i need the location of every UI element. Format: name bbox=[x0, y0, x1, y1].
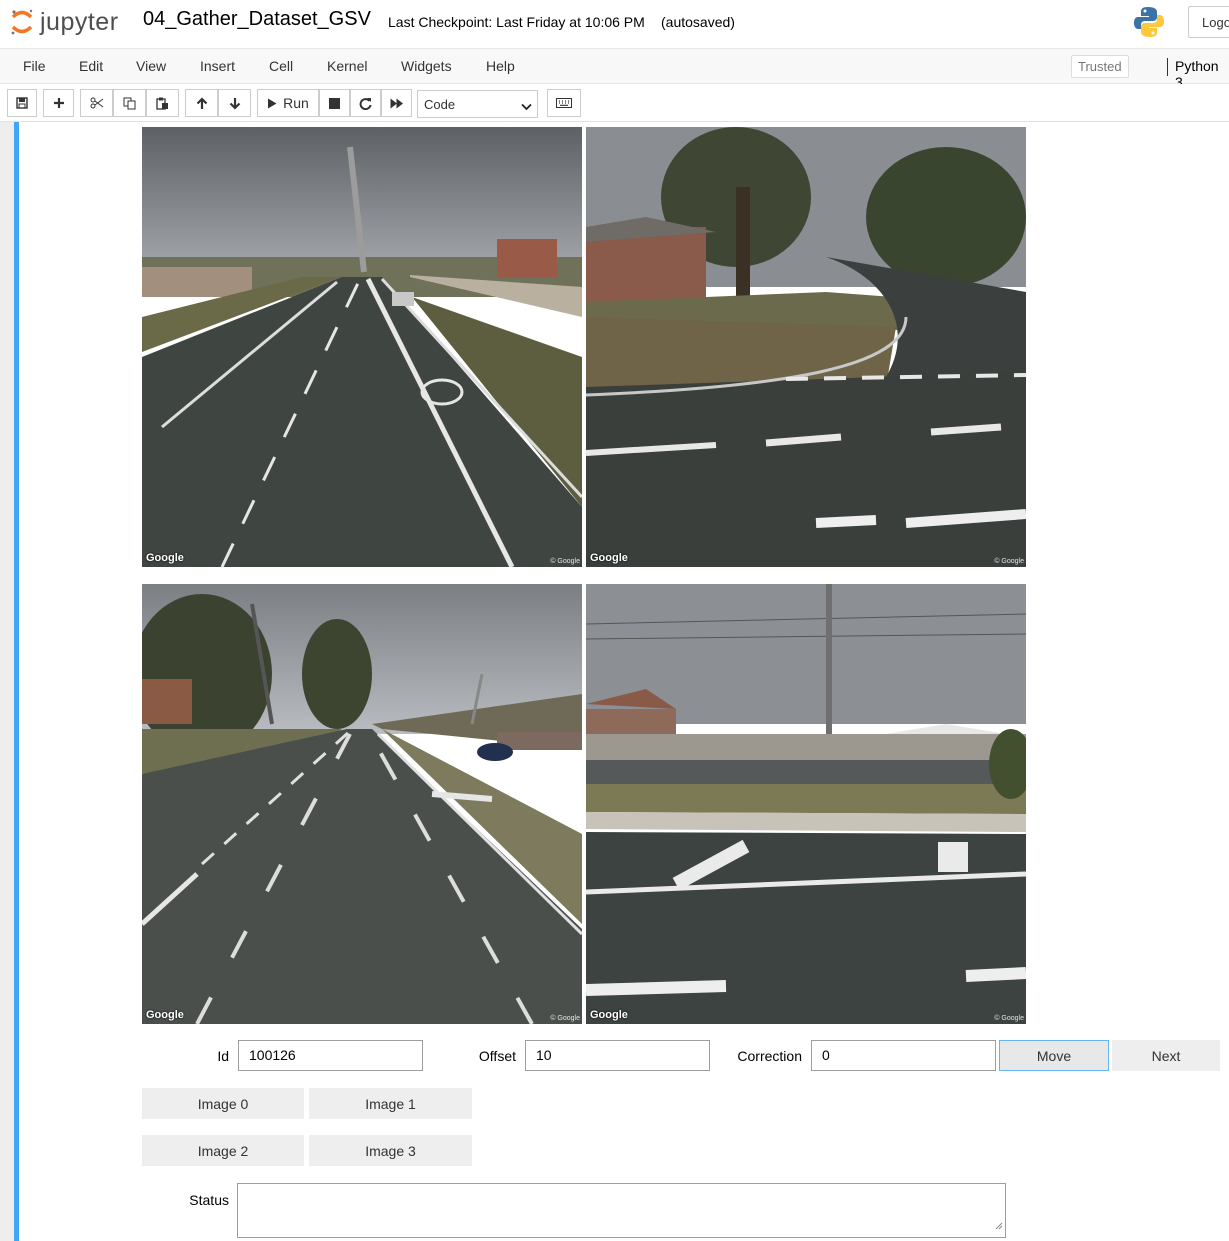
move-button[interactable]: Move bbox=[999, 1040, 1109, 1071]
chevron-down-icon bbox=[521, 99, 532, 114]
restart-run-all-button[interactable] bbox=[381, 89, 412, 117]
menu-view[interactable]: View bbox=[136, 58, 166, 74]
restart-button[interactable] bbox=[350, 89, 381, 117]
move-down-button[interactable] bbox=[218, 89, 251, 117]
menu-file[interactable]: File bbox=[23, 58, 46, 74]
menubar: File Edit View Insert Cell Kernel Widget… bbox=[0, 48, 1229, 90]
kernel-indicator[interactable]: Python 3 bbox=[1167, 58, 1229, 90]
resize-grip-icon[interactable] bbox=[994, 1217, 1003, 1235]
stop-icon bbox=[329, 97, 340, 109]
offset-label: Offset bbox=[478, 1048, 516, 1064]
google-copyright: © Google bbox=[994, 1015, 1024, 1022]
next-button[interactable]: Next bbox=[1112, 1040, 1220, 1071]
correction-field[interactable]: 0 bbox=[811, 1040, 996, 1071]
google-copyright: © Google bbox=[550, 1015, 580, 1022]
logout-button[interactable]: Logout bbox=[1188, 6, 1229, 38]
insert-cell-button[interactable] bbox=[43, 89, 74, 117]
command-palette-button[interactable] bbox=[547, 89, 581, 117]
plus-icon bbox=[53, 97, 65, 109]
save-icon bbox=[16, 97, 28, 109]
street-view-image-1: Google © Google bbox=[586, 127, 1026, 567]
interrupt-button[interactable] bbox=[319, 89, 350, 117]
cut-icon bbox=[90, 97, 104, 109]
cell-type-value: Code bbox=[424, 97, 456, 112]
copy-button[interactable] bbox=[113, 89, 146, 117]
correction-label: Correction bbox=[737, 1048, 802, 1064]
checkpoint-status: Last Checkpoint: Last Friday at 10:06 PM bbox=[388, 14, 645, 30]
id-label: Id bbox=[217, 1048, 229, 1064]
arrow-down-icon bbox=[229, 97, 241, 110]
notebook-container[interactable]: Google © Google Google © Google Google ©… bbox=[0, 122, 1229, 1241]
offset-field[interactable]: 10 bbox=[525, 1040, 710, 1071]
python-logo-icon bbox=[1133, 5, 1165, 39]
image-0-button[interactable]: Image 0 bbox=[142, 1088, 304, 1119]
notebook-name[interactable]: 04_Gather_Dataset_GSV bbox=[143, 8, 371, 31]
restart-icon bbox=[359, 97, 372, 110]
street-view-image-3: Google © Google bbox=[586, 584, 1026, 1024]
logo-text: jupyter bbox=[40, 7, 119, 36]
google-watermark: Google bbox=[590, 1009, 628, 1021]
jupyter-ring-icon bbox=[10, 8, 34, 36]
copy-icon bbox=[123, 97, 136, 110]
cell-type-select[interactable]: Code bbox=[417, 90, 538, 118]
image-3-button[interactable]: Image 3 bbox=[309, 1135, 472, 1166]
google-watermark: Google bbox=[146, 552, 184, 564]
google-watermark: Google bbox=[146, 1009, 184, 1021]
run-button[interactable]: Run bbox=[257, 89, 319, 117]
run-label: Run bbox=[283, 95, 309, 111]
menu-kernel[interactable]: Kernel bbox=[327, 58, 367, 74]
arrow-up-icon bbox=[196, 96, 208, 110]
google-copyright: © Google bbox=[550, 558, 580, 565]
autosave-status: (autosaved) bbox=[661, 14, 735, 30]
fast-forward-icon bbox=[390, 98, 404, 109]
google-watermark: Google bbox=[590, 552, 628, 564]
keyboard-icon bbox=[556, 98, 572, 108]
status-label: Status bbox=[189, 1192, 229, 1208]
menu-cell[interactable]: Cell bbox=[269, 58, 293, 74]
jupyter-logo[interactable]: jupyter bbox=[10, 5, 119, 39]
google-copyright: © Google bbox=[994, 558, 1024, 565]
trusted-indicator[interactable]: Trusted bbox=[1071, 55, 1129, 78]
menu-insert[interactable]: Insert bbox=[200, 58, 235, 74]
save-button[interactable] bbox=[7, 89, 37, 117]
play-icon bbox=[267, 98, 277, 109]
cut-button[interactable] bbox=[80, 89, 113, 117]
status-textarea[interactable] bbox=[237, 1183, 1006, 1238]
paste-button[interactable] bbox=[146, 89, 179, 117]
header: jupyter 04_Gather_Dataset_GSV Last Check… bbox=[0, 0, 1229, 48]
image-2-button[interactable]: Image 2 bbox=[142, 1135, 304, 1166]
move-up-button[interactable] bbox=[185, 89, 218, 117]
menu-edit[interactable]: Edit bbox=[79, 58, 103, 74]
paste-icon bbox=[156, 97, 169, 110]
street-view-image-0: Google © Google bbox=[142, 127, 582, 567]
id-field[interactable]: 100126 bbox=[238, 1040, 423, 1071]
menu-help[interactable]: Help bbox=[486, 58, 515, 74]
image-1-button[interactable]: Image 1 bbox=[309, 1088, 472, 1119]
menu-widgets[interactable]: Widgets bbox=[401, 58, 452, 74]
street-view-image-2: Google © Google bbox=[142, 584, 582, 1024]
code-cell[interactable]: Google © Google Google © Google Google ©… bbox=[14, 122, 1229, 1241]
toolbar: Run Code bbox=[0, 84, 1229, 122]
